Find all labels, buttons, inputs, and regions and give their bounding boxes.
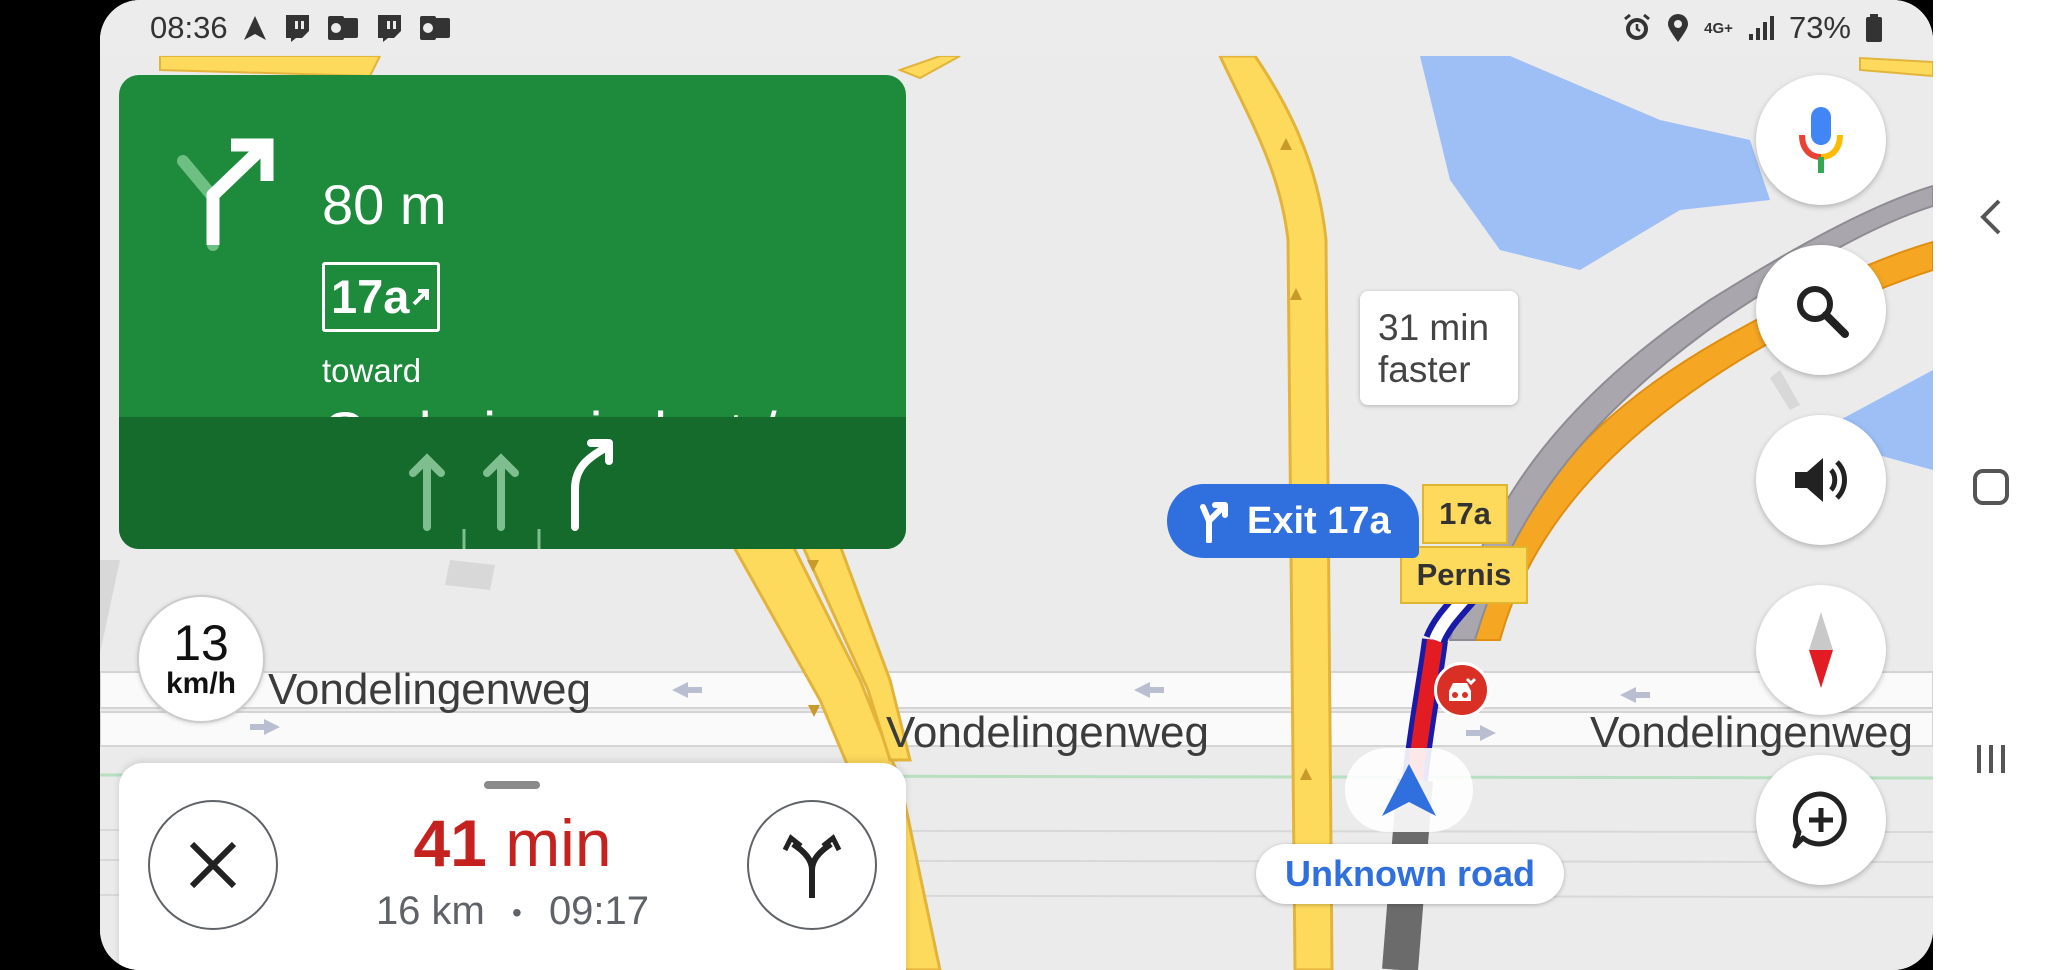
voice-search-button[interactable] [1756, 75, 1886, 205]
turn-slight-right-icon [169, 125, 289, 260]
lane-straight-icon [409, 453, 445, 531]
trip-summary-card[interactable]: 41 min 16 km • 09:17 [119, 763, 906, 970]
separator: • [512, 897, 522, 929]
arrival-time: 09:17 [548, 889, 650, 933]
outlook-icon [326, 14, 360, 42]
faster-route-callout[interactable]: 31 min faster [1360, 291, 1518, 405]
toward-label: toward [322, 352, 422, 389]
microphone-icon [1798, 105, 1844, 175]
network-type: 4G+ [1704, 19, 1733, 37]
exit-arrow-icon [411, 287, 431, 307]
exit-shield: 17a [1422, 484, 1508, 544]
lane-straight-icon [483, 453, 519, 531]
exit-callout[interactable]: Exit 17a [1167, 484, 1419, 558]
exit-callout-label: Exit 17a [1247, 499, 1391, 542]
twitch-icon [374, 13, 404, 43]
twitch-icon [282, 13, 312, 43]
trip-distance: 16 km [375, 889, 485, 933]
recents-icon [1973, 739, 2009, 779]
route-options-button[interactable] [747, 800, 877, 930]
exit-number-sign: 17a [322, 262, 441, 332]
faster-time: 31 min [1378, 307, 1490, 348]
navigation-screen: Vondelingenweg Vondelingenweg Vondelinge… [100, 0, 1933, 970]
battery-percent: 73% [1788, 10, 1851, 45]
search-icon [1793, 282, 1849, 338]
sound-button[interactable] [1756, 415, 1886, 545]
speed-value: 13 [173, 615, 229, 671]
road-label-vondelingenweg: Vondelingenweg [886, 708, 1209, 757]
status-bar: 08:36 4G+ 73% [100, 0, 1933, 56]
compass-button[interactable] [1756, 585, 1886, 715]
turn-distance: 80 m [322, 173, 447, 236]
turn-slight-right-icon [1195, 499, 1235, 543]
place-shield: Pernis [1400, 546, 1528, 604]
road-label-vondelingenweg: Vondelingenweg [268, 665, 591, 714]
compass-icon [1803, 610, 1839, 690]
lane-guidance [119, 417, 906, 549]
lane-exit-right-icon [571, 439, 613, 531]
speed-unit: km/h [165, 667, 237, 700]
speaker-icon [1791, 452, 1851, 508]
home-square-icon [1971, 467, 2011, 507]
home-button[interactable] [1933, 452, 2048, 522]
duration-unit: min [505, 806, 612, 880]
status-time: 08:36 [150, 10, 228, 45]
add-report-icon [1789, 788, 1853, 852]
turn-guidance-card[interactable]: 80 m 17a toward Gaderingviaduct / ... [119, 75, 906, 549]
current-road-label: Unknown road [1256, 844, 1564, 904]
navigation-status-icon [242, 14, 268, 42]
alarm-icon [1622, 13, 1652, 43]
signal-icon [1747, 14, 1775, 42]
drag-handle[interactable] [484, 781, 540, 789]
back-chevron-icon [1979, 197, 2003, 237]
recents-button[interactable] [1933, 724, 2048, 794]
duration-value: 41 [413, 806, 487, 880]
route-options-icon [779, 830, 845, 900]
turn-instruction: 80 m 17a toward Gaderingviaduct / ... [119, 75, 906, 466]
location-icon [1666, 13, 1690, 43]
current-speed: 13 km/h [137, 595, 265, 723]
battery-icon [1865, 13, 1883, 43]
faster-label: faster [1378, 349, 1471, 390]
search-button[interactable] [1756, 245, 1886, 375]
system-navigation-bar [1933, 0, 2048, 970]
current-location-arrow-icon [1345, 748, 1473, 832]
exit-number: 17a [331, 270, 410, 323]
road-label-vondelingenweg: Vondelingenweg [1590, 708, 1913, 757]
add-report-button[interactable] [1756, 755, 1886, 885]
outlook-icon [418, 14, 452, 42]
traffic-incident-icon[interactable] [1434, 662, 1490, 718]
back-button[interactable] [1933, 182, 2048, 252]
